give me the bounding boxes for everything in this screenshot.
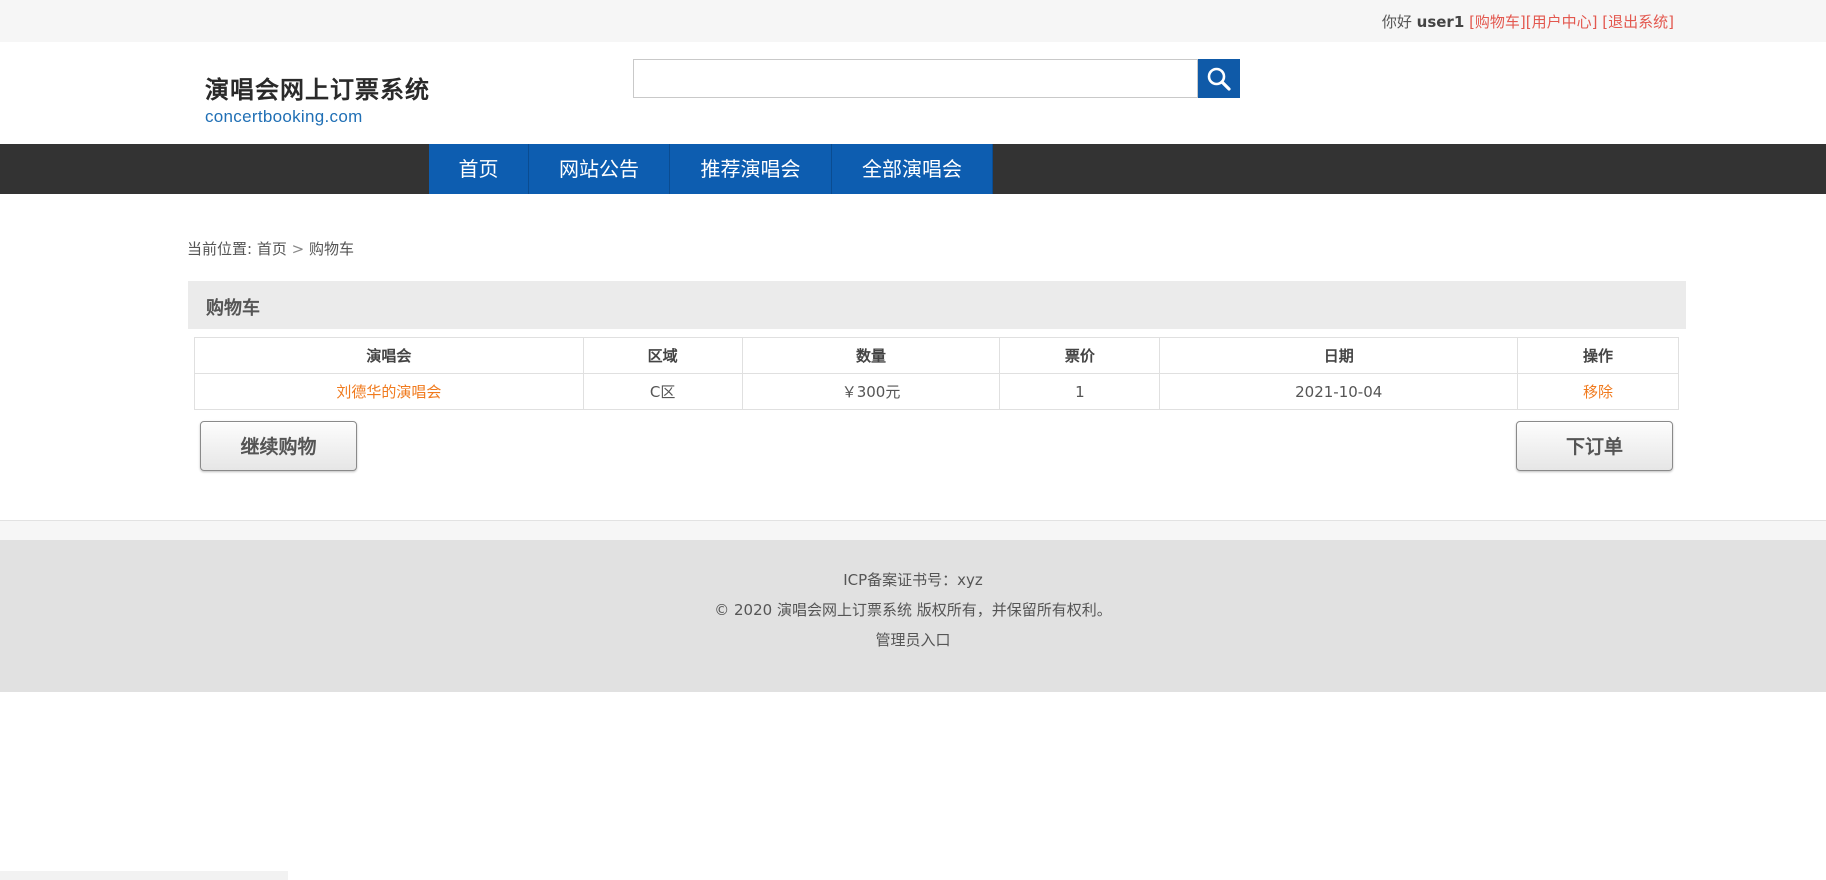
- logout-link[interactable]: [退出系统]: [1602, 13, 1674, 31]
- footer-icp: ICP备案证书号：xyz: [843, 571, 983, 589]
- logo-domain-text: concertbooking.com: [205, 107, 363, 126]
- search-input[interactable]: [633, 59, 1198, 98]
- cell-price: 1: [999, 373, 1161, 410]
- nav-item-home[interactable]: 首页: [429, 144, 529, 194]
- column-header-action: 操作: [1517, 337, 1679, 374]
- breadcrumb: 当前位置: 首页 > 购物车: [187, 238, 354, 259]
- cart-panel-header: 购物车: [188, 281, 1686, 329]
- footer-copyright: © 2020 演唱会网上订票系统 版权所有，并保留所有权利。: [714, 601, 1112, 619]
- bottom-scroll-strip: [0, 871, 288, 880]
- cell-area: C区: [582, 373, 743, 410]
- top-bar: 你好 user1 [购物车][用户中心] [退出系统]: [0, 0, 1826, 42]
- footer: ICP备案证书号：xyz © 2020 演唱会网上订票系统 版权所有，并保留所有…: [0, 540, 1826, 692]
- greeting-text: 你好: [1381, 13, 1412, 31]
- user-info: 你好 user1 [购物车][用户中心] [退出系统]: [1382, 11, 1674, 32]
- admin-entry-link[interactable]: 管理员入口: [0, 625, 1826, 655]
- breadcrumb-current: 购物车: [309, 240, 355, 258]
- footer-divider: [0, 520, 1826, 540]
- table-header-row: 演唱会 区域 数量 票价 日期 操作: [194, 337, 1679, 374]
- site-logo[interactable]: 演唱会网上订票系统 concertbooking.com: [205, 70, 430, 126]
- column-header-quantity: 数量: [741, 337, 1001, 374]
- remove-link[interactable]: 移除: [1517, 373, 1679, 410]
- main-nav: 首页 网站公告 推荐演唱会 全部演唱会: [0, 144, 1826, 194]
- breadcrumb-home-link[interactable]: 首页: [257, 240, 287, 258]
- cart-table: 演唱会 区域 数量 票价 日期 操作 刘德华的演唱会 C区 ￥300元 1 20…: [194, 337, 1679, 410]
- header: 演唱会网上订票系统 concertbooking.com: [0, 42, 1826, 144]
- nav-item-all-concerts[interactable]: 全部演唱会: [832, 144, 993, 194]
- breadcrumb-prefix: 当前位置:: [187, 240, 253, 258]
- nav-item-recommended-concerts[interactable]: 推荐演唱会: [670, 144, 832, 194]
- logo-chinese-text: 演唱会网上订票系统: [205, 75, 430, 104]
- column-header-date: 日期: [1159, 337, 1519, 374]
- user-center-link[interactable]: [用户中心]: [1526, 13, 1598, 31]
- nav-item-announcements[interactable]: 网站公告: [529, 144, 670, 194]
- search-icon: [1207, 67, 1231, 91]
- column-header-concert: 演唱会: [194, 337, 584, 374]
- search-bar: [633, 59, 1240, 98]
- table-row: 刘德华的演唱会 C区 ￥300元 1 2021-10-04 移除: [194, 373, 1679, 410]
- cart-link[interactable]: [购物车]: [1469, 13, 1526, 31]
- concert-name-link[interactable]: 刘德华的演唱会: [194, 373, 584, 410]
- breadcrumb-separator-icon: >: [291, 240, 305, 258]
- column-header-area: 区域: [582, 337, 743, 374]
- place-order-button[interactable]: 下订单: [1516, 421, 1673, 471]
- cart-panel-title: 购物车: [206, 298, 260, 319]
- column-header-price: 票价: [999, 337, 1161, 374]
- cell-date: 2021-10-04: [1159, 373, 1519, 410]
- continue-shopping-button[interactable]: 继续购物: [200, 421, 357, 471]
- username: user1: [1416, 13, 1465, 31]
- search-button[interactable]: [1198, 59, 1240, 98]
- cell-quantity: ￥300元: [741, 373, 1001, 410]
